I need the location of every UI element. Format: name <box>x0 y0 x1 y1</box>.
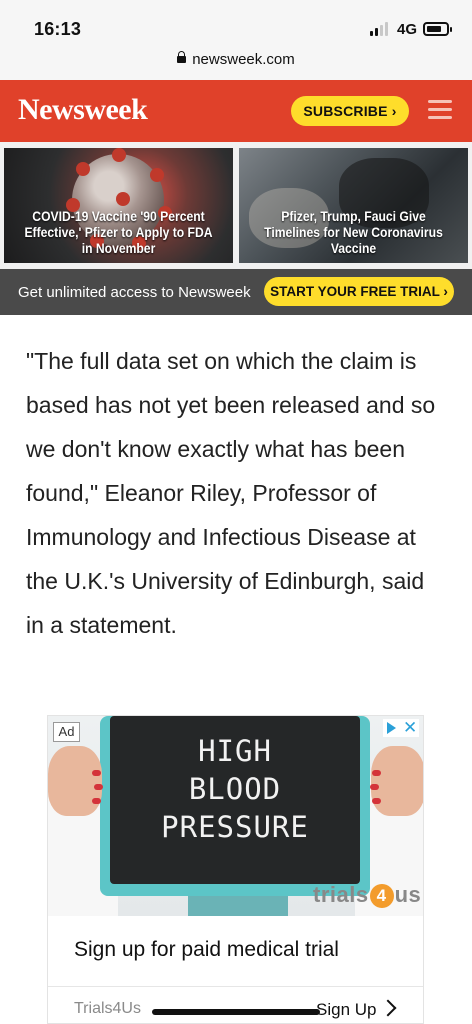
address-bar[interactable]: newsweek.com <box>0 48 472 80</box>
brand-prefix: trials <box>313 882 369 907</box>
battery-icon <box>423 22 452 36</box>
ad-image[interactable]: HIGH BLOOD PRESSURE trials 4 us <box>48 716 423 916</box>
lock-icon <box>177 51 187 63</box>
site-header: Newsweek SUBSCRIBE › <box>0 80 472 142</box>
story-card-vaccine-timelines[interactable]: Pfizer, Trump, Fauci Give Timelines for … <box>239 148 468 263</box>
signal-icon <box>370 22 392 36</box>
ad-badge: Ad <box>53 722 80 742</box>
related-stories: COVID-19 Vaccine '90 Percent Effective,'… <box>0 142 472 269</box>
home-indicator[interactable] <box>152 1009 320 1015</box>
ad-signup-button[interactable]: Sign Up <box>316 1000 376 1020</box>
right-hand <box>370 746 423 816</box>
article-paragraph: "The full data set on which the claim is… <box>26 348 436 638</box>
url-text: newsweek.com <box>192 51 295 68</box>
adchoices-icon[interactable]: ✕ <box>383 718 419 738</box>
board-line: PRESSURE <box>161 810 309 844</box>
chevron-right-icon[interactable] <box>379 999 397 1017</box>
left-hand <box>48 746 103 816</box>
story-title: Pfizer, Trump, Fauci Give Timelines for … <box>264 209 443 256</box>
status-bar: 16:13 4G <box>0 0 472 48</box>
subscribe-button[interactable]: SUBSCRIBE › <box>291 96 409 126</box>
story-card-vaccine-effective[interactable]: COVID-19 Vaccine '90 Percent Effective,'… <box>4 148 233 263</box>
advertisement[interactable]: HIGH BLOOD PRESSURE trials 4 us Ad ✕ Sign … <box>47 715 424 1024</box>
subscription-promo-bar: Get unlimited access to Newsweek START Y… <box>0 269 472 315</box>
ad-headline[interactable]: Sign up for paid medical trial <box>74 938 339 962</box>
promo-text: Get unlimited access to Newsweek <box>18 284 251 301</box>
adchoices-triangle-icon <box>387 722 396 734</box>
story-title: COVID-19 Vaccine '90 Percent Effective,'… <box>24 209 213 256</box>
newsweek-logo[interactable]: Newsweek <box>18 93 148 127</box>
brand-suffix: us <box>394 882 422 907</box>
ad-divider <box>48 986 423 987</box>
brand-number: 4 <box>369 884 394 908</box>
close-ad-icon[interactable]: ✕ <box>403 718 417 738</box>
status-time: 16:13 <box>34 19 82 39</box>
ad-source: Trials4Us <box>74 1000 141 1017</box>
chalkboard-text: HIGH BLOOD PRESSURE <box>110 732 360 846</box>
free-trial-button[interactable]: START YOUR FREE TRIAL › <box>264 277 454 306</box>
board-line: BLOOD <box>188 772 282 806</box>
hamburger-menu-icon[interactable] <box>428 100 452 120</box>
trials4us-logo: trials 4 us <box>313 882 421 908</box>
board-line: HIGH <box>198 734 272 768</box>
network-label: 4G <box>397 21 418 38</box>
